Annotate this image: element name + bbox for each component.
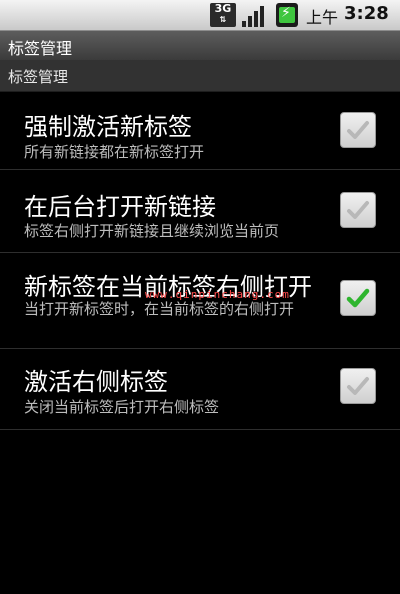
category-label: 标签管理 xyxy=(8,68,69,86)
checkmark-icon xyxy=(347,377,369,395)
checkmark-icon xyxy=(347,201,369,219)
category-header: 标签管理 xyxy=(0,60,400,92)
page-title: 标签管理 xyxy=(8,39,73,58)
battery-charging-icon xyxy=(276,3,298,27)
pref-summary: 关闭当前标签后打开右侧标签 xyxy=(24,398,220,416)
pref-summary: 标签右侧打开新链接且继续浏览当前页 xyxy=(24,222,280,240)
pref-summary: 所有新链接都在新标签打开 xyxy=(24,143,205,161)
pref-summary: 当打开新标签时，在当前标签的右侧打开 xyxy=(24,300,295,318)
title-bar: 标签管理 xyxy=(0,31,400,60)
pref-checkbox-open-background[interactable] xyxy=(340,192,376,228)
checkmark-icon xyxy=(346,288,370,308)
pref-activate-right-tab[interactable]: 激活右侧标签 关闭当前标签后打开右侧标签 xyxy=(0,349,400,430)
network-3g-icon: 3G ⇅ xyxy=(210,3,236,27)
status-bar: 3G ⇅ 上午 3:28 xyxy=(0,0,400,31)
watermark: www.qinpinchang.com xyxy=(145,288,290,301)
pref-checkbox-activate-right[interactable] xyxy=(340,368,376,404)
pref-new-tab-right-of-current[interactable]: 新标签在当前标签右侧打开 当打开新标签时，在当前标签的右侧打开 xyxy=(0,253,400,349)
pref-open-in-background[interactable]: 在后台打开新链接 标签右侧打开新链接且继续浏览当前页 xyxy=(0,170,400,253)
pref-title: 激活右侧标签 xyxy=(24,368,168,396)
pref-checkbox-new-tab-right[interactable] xyxy=(340,280,376,316)
pref-title: 强制激活新标签 xyxy=(24,113,192,141)
pref-title: 在后台打开新链接 xyxy=(24,193,216,221)
pref-checkbox-force-activate[interactable] xyxy=(340,112,376,148)
checkmark-icon xyxy=(347,121,369,139)
signal-strength-icon xyxy=(242,3,268,27)
pref-force-activate-new-tab[interactable]: 强制激活新标签 所有新链接都在新标签打开 xyxy=(0,92,400,170)
status-am-pm: 上午 xyxy=(306,8,339,27)
status-time: 3:28 xyxy=(344,3,389,24)
